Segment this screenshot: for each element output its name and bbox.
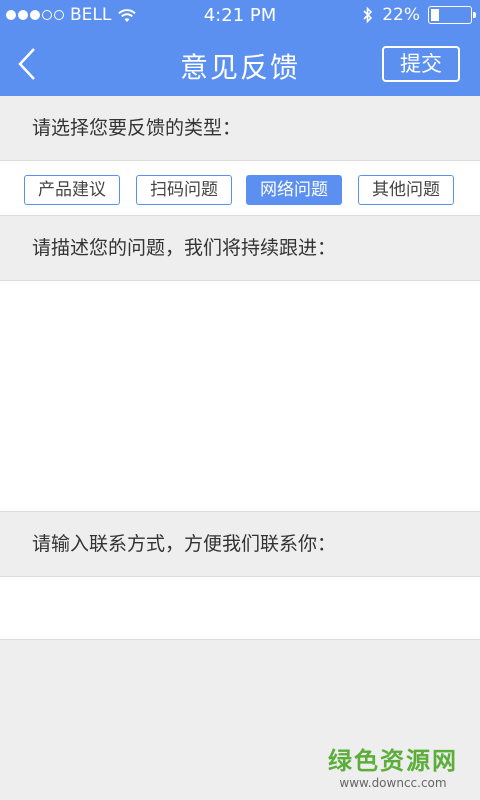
feedback-type-prompt: 请选择您要反馈的类型： bbox=[0, 96, 480, 160]
description-textarea[interactable] bbox=[0, 280, 480, 512]
contact-input[interactable] bbox=[0, 576, 480, 640]
feedback-type-selector: 产品建议 扫码问题 网络问题 其他问题 bbox=[0, 160, 480, 216]
chevron-left-icon bbox=[18, 48, 35, 80]
type-tag-scan-issue[interactable]: 扫码问题 bbox=[136, 175, 232, 205]
contact-prompt: 请输入联系方式，方便我们联系你： bbox=[0, 512, 480, 576]
watermark-logo: 绿色资源网 www.downcc.com bbox=[328, 741, 458, 790]
watermark-main-text: 绿色资源网 bbox=[328, 747, 458, 775]
watermark-url: www.downcc.com bbox=[339, 776, 447, 790]
submit-button[interactable]: 提交 bbox=[382, 46, 460, 82]
app-header: BELL 4:21 PM 22% 意见反馈 提交 bbox=[0, 0, 480, 96]
battery-icon bbox=[428, 6, 476, 24]
description-prompt: 请描述您的问题，我们将持续跟进： bbox=[0, 216, 480, 280]
battery-percent: 22% bbox=[382, 5, 420, 25]
navigation-bar: 意见反馈 提交 bbox=[0, 32, 480, 96]
back-button[interactable] bbox=[12, 42, 52, 86]
type-tag-network-issue[interactable]: 网络问题 bbox=[246, 175, 342, 205]
bluetooth-icon bbox=[363, 6, 373, 24]
type-tag-product-suggestion[interactable]: 产品建议 bbox=[24, 175, 120, 205]
status-bar: BELL 4:21 PM 22% bbox=[0, 0, 480, 32]
type-tag-other-issue[interactable]: 其他问题 bbox=[358, 175, 454, 205]
battery-level-fill bbox=[431, 9, 440, 21]
status-right: 22% bbox=[362, 5, 476, 25]
